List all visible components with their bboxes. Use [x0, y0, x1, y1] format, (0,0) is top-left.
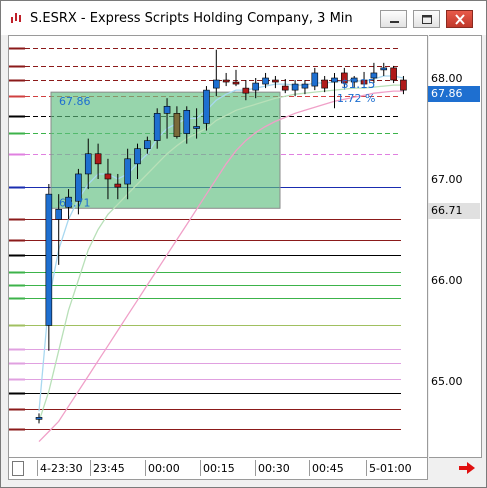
measure-box-top-label: 67.86	[59, 95, 91, 108]
candle-body	[213, 79, 220, 89]
time-label: 23:45	[93, 462, 125, 475]
candle-body	[301, 83, 309, 89]
candle-body	[242, 87, 250, 94]
candle-body	[380, 67, 388, 71]
maximize-icon	[422, 15, 432, 24]
candle-body	[232, 81, 240, 85]
candle-body	[173, 113, 181, 137]
window-title: S.ESRX - Express Scripts Holding Company…	[30, 11, 353, 26]
time-separator	[255, 460, 256, 476]
time-label: 00:30	[258, 462, 290, 475]
time-scale[interactable]: 4-23:30 23:45 00:00 00:15 00:30 00:45 5-…	[8, 458, 428, 480]
chart-window: S.ESRX - Express Scripts Holding Company…	[0, 0, 487, 488]
time-label: 00:00	[148, 462, 180, 475]
candle-body	[134, 148, 141, 165]
measure-change-label: $1.15	[341, 77, 375, 91]
candle-body	[114, 183, 122, 188]
scroll-handle[interactable]	[12, 461, 24, 476]
time-label: 00:45	[312, 462, 344, 475]
current-price-tag: 67.86	[428, 86, 480, 102]
candle-body	[203, 89, 210, 124]
time-separator	[366, 460, 367, 476]
candle-body	[35, 417, 43, 420]
close-icon	[455, 14, 465, 25]
candle-body	[94, 153, 102, 165]
candle-body	[311, 72, 319, 87]
candle-body	[222, 79, 230, 83]
candle-body	[163, 105, 171, 114]
minimize-icon	[390, 21, 399, 23]
candle-body	[55, 209, 63, 220]
price-scale[interactable]: 68.00 67.00 66.00 65.00 67.86 66.71	[428, 35, 482, 458]
price-tick-label: 67.00	[431, 173, 463, 186]
box-low-price-tag: 66.71	[428, 203, 480, 219]
title-bar[interactable]: S.ESRX - Express Scripts Holding Company…	[1, 1, 486, 35]
chart-app-icon	[11, 13, 21, 23]
candle-body	[153, 113, 161, 141]
time-separator	[90, 460, 91, 476]
candle-body	[262, 77, 269, 85]
time-label: 5-01:00	[369, 462, 412, 475]
candle-body	[331, 77, 338, 83]
candle-body	[193, 126, 200, 129]
candle-body	[104, 173, 112, 180]
price-tick-label: 66.00	[431, 274, 463, 287]
candle-body	[84, 153, 92, 175]
scroll-right-arrow-icon[interactable]	[458, 461, 476, 475]
measure-percent-label: 1.72 %	[337, 92, 375, 105]
measure-box-bottom-label: 66.71	[59, 196, 91, 209]
candle-body	[400, 79, 407, 91]
time-separator	[309, 460, 310, 476]
chart-plot-area[interactable]: 67.86 66.71 $1.15 1.72 %	[8, 35, 428, 458]
candle-body	[45, 193, 53, 326]
candle-body	[183, 110, 191, 134]
candle-body	[144, 140, 151, 150]
maximize-button[interactable]	[413, 10, 440, 28]
candle-body	[390, 67, 397, 81]
time-separator	[145, 460, 146, 476]
time-label: 4-23:30	[40, 462, 83, 475]
minimize-button[interactable]	[380, 10, 407, 28]
candle-body	[252, 82, 259, 91]
candle-body	[321, 79, 328, 89]
price-tick-label: 68.00	[431, 72, 463, 85]
time-separator	[37, 460, 38, 476]
candle-body	[291, 83, 299, 91]
close-button[interactable]	[446, 10, 473, 28]
time-label: 00:15	[203, 462, 235, 475]
candle-body	[281, 85, 289, 91]
candle-body	[272, 79, 279, 83]
time-separator	[200, 460, 201, 476]
candle-body	[124, 158, 131, 185]
price-tick-label: 65.00	[431, 375, 463, 388]
